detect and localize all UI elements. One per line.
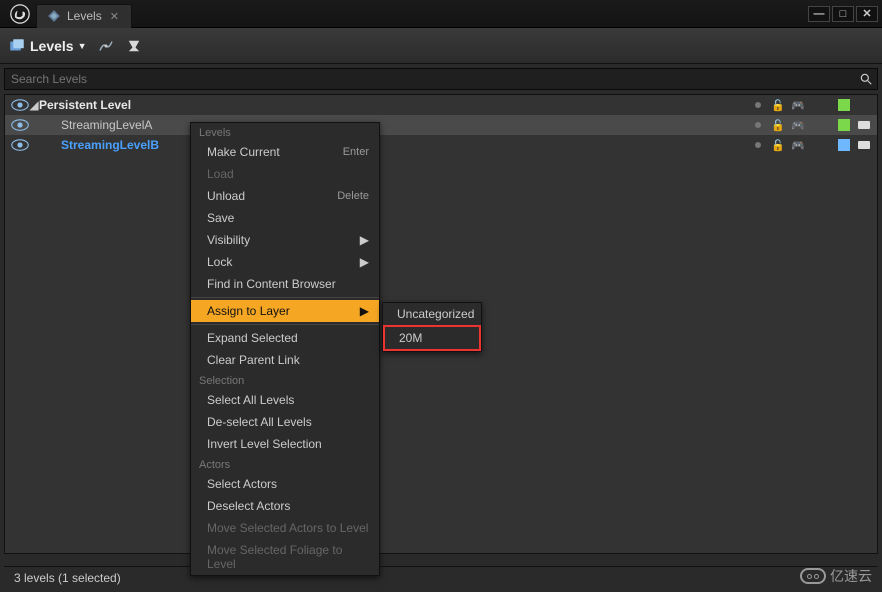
- gamepad-icon[interactable]: 🎮: [791, 118, 805, 132]
- menu-separator: [191, 297, 379, 298]
- menu-make-current[interactable]: Make Current Enter: [191, 141, 379, 163]
- tab-title: Levels: [67, 9, 102, 23]
- context-menu: Levels Make Current Enter Load Unload De…: [190, 122, 380, 576]
- row-icons: 🔓 🎮: [751, 138, 877, 152]
- submenu-uncategorized[interactable]: Uncategorized: [383, 303, 481, 325]
- expand-arrow-icon[interactable]: ◢: [29, 98, 39, 112]
- save-icon[interactable]: [837, 138, 851, 152]
- menu-find-in-cb[interactable]: Find in Content Browser: [191, 273, 379, 295]
- menu-invert[interactable]: Invert Level Selection: [191, 433, 379, 455]
- watermark: 亿速云: [800, 566, 872, 586]
- menu-unload[interactable]: Unload Delete: [191, 185, 379, 207]
- close-button[interactable]: ✕: [856, 6, 878, 22]
- level-label: Persistent Level: [39, 98, 751, 112]
- watermark-icon: [800, 568, 826, 584]
- level-row-b[interactable]: StreamingLevelB 🔓 🎮: [5, 135, 877, 155]
- eye-icon[interactable]: [11, 139, 29, 151]
- menu-clear-parent[interactable]: Clear Parent Link: [191, 349, 379, 371]
- status-text: 3 levels (1 selected): [14, 571, 121, 585]
- submenu-20m[interactable]: 20M: [383, 325, 481, 351]
- menu-expand-selected[interactable]: Expand Selected: [191, 327, 379, 349]
- toolbar: Levels ▼: [0, 28, 882, 64]
- lock-icon[interactable]: 🔓: [771, 98, 785, 112]
- levels-toolbar-icon: [8, 37, 26, 55]
- close-tab-icon[interactable]: ✕: [108, 10, 121, 23]
- menu-section-selection: Selection: [191, 371, 379, 389]
- menu-select-all[interactable]: Select All Levels: [191, 389, 379, 411]
- save-icon[interactable]: [837, 98, 851, 112]
- kismet-dot-icon[interactable]: [751, 138, 765, 152]
- row-icons: 🔓 🎮: [751, 98, 877, 112]
- level-label: StreamingLevelA: [61, 118, 751, 132]
- menu-deselect-actors[interactable]: Deselect Actors: [191, 495, 379, 517]
- save-icon[interactable]: [837, 118, 851, 132]
- search-input[interactable]: [5, 72, 859, 86]
- gamepad-icon[interactable]: 🎮: [791, 98, 805, 112]
- menu-visibility[interactable]: Visibility ▶: [191, 229, 379, 251]
- submenu-arrow-icon: ▶: [360, 304, 369, 318]
- row-icons: 🔓 🎮: [751, 118, 877, 132]
- eye-icon[interactable]: [11, 99, 29, 111]
- level-label: StreamingLevelB: [61, 138, 751, 152]
- menu-assign-to-layer[interactable]: Assign to Layer ▶: [191, 300, 379, 322]
- lock-icon[interactable]: 🔓: [771, 138, 785, 152]
- unreal-logo-icon: [10, 4, 30, 24]
- title-bar: Levels ✕ — □ ✕: [0, 0, 882, 28]
- menu-load: Load: [191, 163, 379, 185]
- lock-icon[interactable]: 🔓: [771, 118, 785, 132]
- menu-select-actors[interactable]: Select Actors: [191, 473, 379, 495]
- details-icon[interactable]: [125, 37, 143, 55]
- assign-layer-submenu: Uncategorized 20M: [382, 302, 482, 352]
- levels-dropdown[interactable]: Levels ▼: [8, 37, 87, 55]
- chevron-down-icon: ▼: [78, 41, 87, 51]
- level-row-persist[interactable]: ◢ Persistent Level 🔓 🎮: [5, 95, 877, 115]
- menu-move-actors: Move Selected Actors to Level: [191, 517, 379, 539]
- levels-label: Levels: [30, 38, 74, 54]
- level-row-a[interactable]: StreamingLevelA 🔓 🎮: [5, 115, 877, 135]
- levels-tab-icon: [47, 9, 61, 23]
- color-chip-icon[interactable]: [857, 138, 871, 152]
- menu-deselect-all[interactable]: De-select All Levels: [191, 411, 379, 433]
- kismet-dot-icon[interactable]: [751, 98, 765, 112]
- minimize-button[interactable]: —: [808, 6, 830, 22]
- menu-section-actors: Actors: [191, 455, 379, 473]
- menu-move-foliage: Move Selected Foliage to Level: [191, 539, 379, 575]
- status-bar: 3 levels (1 selected): [4, 566, 878, 588]
- submenu-arrow-icon: ▶: [360, 255, 369, 269]
- color-chip-icon[interactable]: [857, 118, 871, 132]
- watermark-text: 亿速云: [830, 566, 872, 586]
- eye-icon[interactable]: [11, 119, 29, 131]
- maximize-button[interactable]: □: [832, 6, 854, 22]
- search-icon[interactable]: [859, 71, 877, 87]
- summon-icon[interactable]: [97, 37, 115, 55]
- gamepad-icon[interactable]: 🎮: [791, 138, 805, 152]
- search-bar: [4, 68, 878, 90]
- submenu-arrow-icon: ▶: [360, 233, 369, 247]
- window-controls: — □ ✕: [806, 6, 878, 22]
- menu-save[interactable]: Save: [191, 207, 379, 229]
- window-tab[interactable]: Levels ✕: [36, 4, 132, 28]
- kismet-dot-icon[interactable]: [751, 118, 765, 132]
- menu-section-levels: Levels: [191, 123, 379, 141]
- menu-lock[interactable]: Lock ▶: [191, 251, 379, 273]
- menu-separator: [191, 324, 379, 325]
